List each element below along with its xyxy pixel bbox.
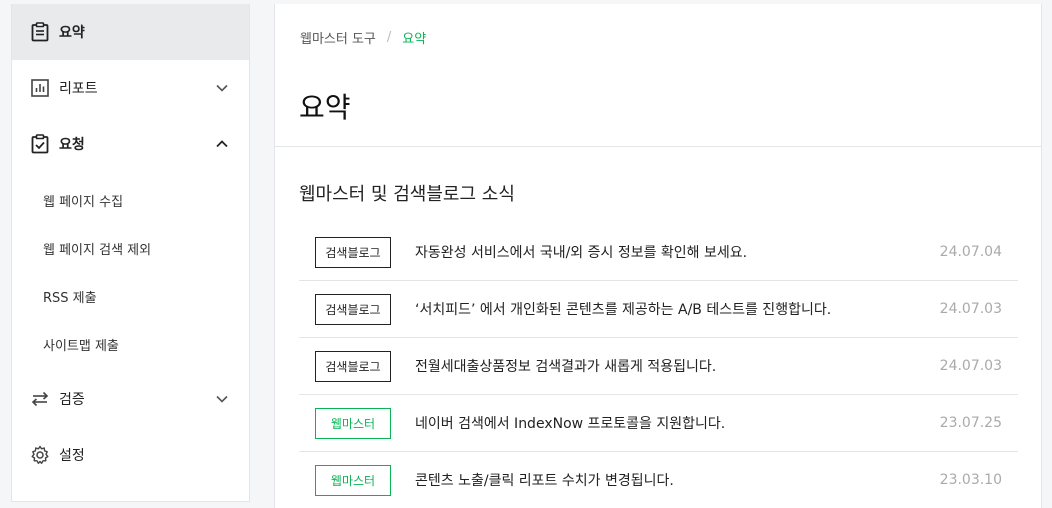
sidebar-item-verify[interactable]: 검증	[12, 371, 249, 427]
breadcrumb-separator: /	[386, 30, 392, 45]
news-row[interactable]: 웹마스터 콘텐츠 노출/클릭 리포트 수치가 변경됩니다. 23.03.10	[299, 452, 1018, 508]
news-title-link[interactable]: 콘텐츠 노출/클릭 리포트 수치가 변경됩니다.	[415, 470, 674, 490]
breadcrumb-current: 요약	[402, 32, 427, 47]
clipboard-icon	[30, 22, 50, 42]
news-tag: 검색블로그	[315, 350, 391, 382]
sidebar-item-summary[interactable]: 요약	[12, 4, 249, 60]
news-row[interactable]: 검색블로그 자동완성 서비스에서 국내/외 증시 정보를 확인해 보세요. 24…	[299, 224, 1018, 281]
news-tag: 웹마스터	[315, 464, 391, 496]
clipboard-check-icon	[30, 134, 50, 154]
news-date: 23.07.25	[939, 415, 1002, 431]
sidebar-item-label: 설정	[59, 448, 85, 464]
news-date: 24.07.04	[939, 244, 1002, 260]
chevron-down-icon[interactable]	[215, 81, 229, 95]
news-tag: 검색블로그	[315, 236, 391, 268]
sidebar-item-label: 요청	[59, 137, 85, 153]
news-title-link[interactable]: 전월세대출상품정보 검색결과가 새롭게 적용됩니다.	[415, 356, 716, 376]
gear-icon	[30, 445, 50, 465]
sidebar-subitem-rss-submit[interactable]: RSS 제출	[12, 272, 249, 320]
breadcrumb-root-link[interactable]: 웹마스터 도구	[300, 28, 376, 47]
news-date: 23.03.10	[939, 472, 1002, 488]
news-title-link[interactable]: 네이버 검색에서 IndexNow 프로토콜을 지원합니다.	[415, 413, 725, 433]
news-date: 24.07.03	[939, 301, 1002, 317]
sidebar-subitem-web-page-exclude[interactable]: 웹 페이지 검색 제외	[12, 224, 249, 272]
request-submenu: 웹 페이지 수집 웹 페이지 검색 제외 RSS 제출 사이트맵 제출	[12, 172, 249, 368]
sidebar-item-label: 검증	[59, 392, 85, 408]
bar-chart-icon	[30, 78, 50, 98]
news-section-title: 웹마스터 및 검색블로그 소식	[299, 184, 515, 205]
sidebar: 요약 리포트 요청 웹 페이지 수집 웹 페이지 검색 제외 RSS 제출 사이…	[11, 4, 250, 502]
sidebar-item-label: 요약	[59, 25, 85, 41]
page-title: 요약	[299, 91, 351, 124]
news-title-link[interactable]: 자동완성 서비스에서 국내/외 증시 정보를 확인해 보세요.	[415, 242, 747, 262]
chevron-up-icon[interactable]	[215, 137, 229, 151]
news-tag: 검색블로그	[315, 293, 391, 325]
sidebar-item-request[interactable]: 요청	[12, 116, 249, 172]
news-list: 검색블로그 자동완성 서비스에서 국내/외 증시 정보를 확인해 보세요. 24…	[299, 224, 1018, 508]
news-row[interactable]: 검색블로그 전월세대출상품정보 검색결과가 새롭게 적용됩니다. 24.07.0…	[299, 338, 1018, 395]
divider	[275, 146, 1041, 147]
news-row[interactable]: 웹마스터 네이버 검색에서 IndexNow 프로토콜을 지원합니다. 23.0…	[299, 395, 1018, 452]
news-row[interactable]: 검색블로그 ‘서치피드’ 에서 개인화된 콘텐츠를 제공하는 A/B 테스트를 …	[299, 281, 1018, 338]
main-content: 웹마스터 도구 / 요약 요약 웹마스터 및 검색블로그 소식 검색블로그 자동…	[274, 4, 1042, 508]
sidebar-item-label: 리포트	[59, 81, 98, 97]
swap-arrows-icon	[30, 389, 50, 409]
sidebar-item-settings[interactable]: 설정	[12, 427, 249, 483]
sidebar-subitem-web-page-collect[interactable]: 웹 페이지 수집	[12, 176, 249, 224]
sidebar-item-report[interactable]: 리포트	[12, 60, 249, 116]
sidebar-subitem-sitemap-submit[interactable]: 사이트맵 제출	[12, 320, 249, 368]
breadcrumb: 웹마스터 도구 / 요약	[300, 28, 426, 47]
news-tag: 웹마스터	[315, 407, 391, 439]
news-title-link[interactable]: ‘서치피드’ 에서 개인화된 콘텐츠를 제공하는 A/B 테스트를 진행합니다.	[415, 299, 831, 319]
chevron-down-icon[interactable]	[215, 392, 229, 406]
news-date: 24.07.03	[939, 358, 1002, 374]
